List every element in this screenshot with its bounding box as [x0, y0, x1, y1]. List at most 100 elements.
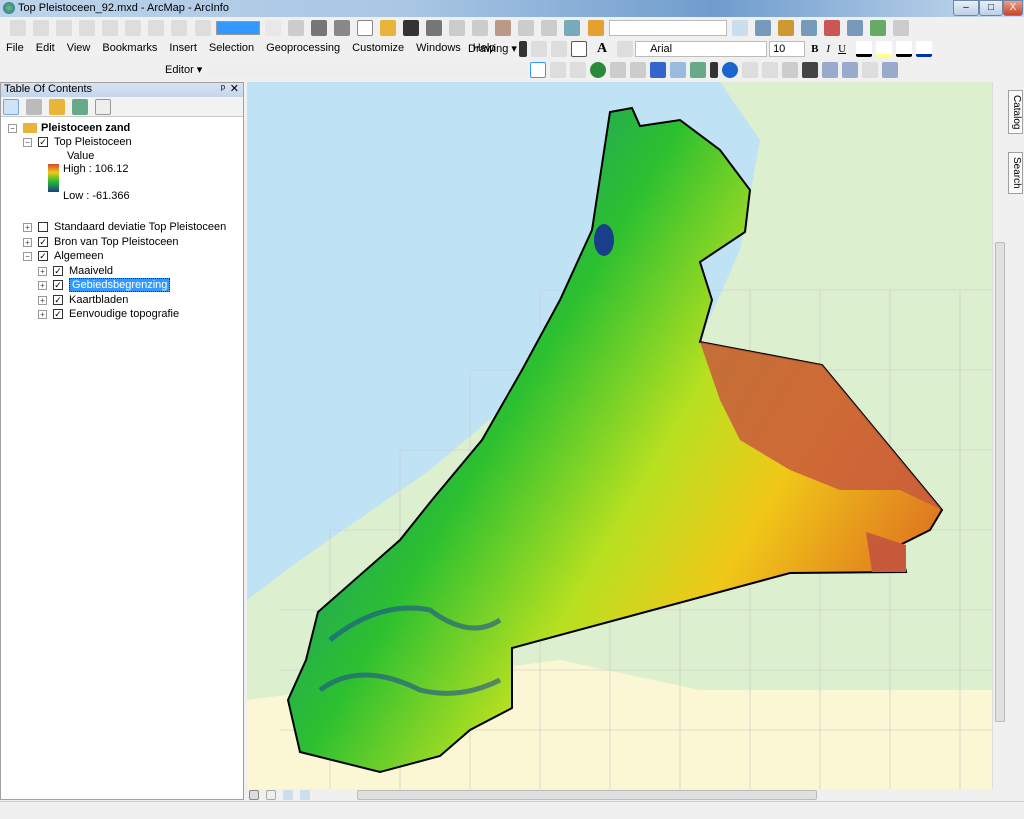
- font-color-icon[interactable]: [856, 40, 873, 57]
- paste-icon[interactable]: [495, 20, 512, 36]
- zoom-out-icon[interactable]: [550, 61, 567, 78]
- vertical-scroll-thumb[interactable]: [995, 242, 1005, 722]
- editor-menu[interactable]: Editor ▾: [165, 63, 202, 76]
- scale-dropdown[interactable]: [608, 20, 727, 36]
- page-icon[interactable]: [148, 20, 165, 36]
- editor-toolbar-icon[interactable]: [731, 20, 748, 36]
- bold-button[interactable]: B: [811, 43, 818, 55]
- list-by-source-icon[interactable]: [26, 99, 43, 115]
- toc-window-icon[interactable]: [754, 20, 771, 36]
- drawing-menu[interactable]: Drawing ▾: [468, 42, 517, 55]
- whats-this-icon[interactable]: [893, 20, 910, 36]
- layout-view-button[interactable]: [266, 790, 277, 801]
- zoom-selected-icon[interactable]: [550, 40, 567, 57]
- map-horizontal-scrollbar[interactable]: [247, 789, 1006, 801]
- find-icon[interactable]: [802, 61, 819, 78]
- binoculars-icon[interactable]: [310, 20, 327, 36]
- go-forward-icon[interactable]: [194, 20, 211, 36]
- fixed-zoom-in-icon[interactable]: [610, 61, 627, 78]
- font-size-dropdown[interactable]: 10: [769, 40, 806, 57]
- python-window-icon[interactable]: [846, 20, 863, 36]
- collapse-icon[interactable]: −: [8, 123, 17, 133]
- select-elements-icon[interactable]: [518, 40, 527, 57]
- toc-group-algemeen[interactable]: − ✓ Algemeen: [23, 249, 104, 263]
- print-icon[interactable]: [426, 20, 443, 36]
- data-view-button[interactable]: [249, 790, 259, 801]
- zoom-whole-page-icon[interactable]: [125, 20, 142, 36]
- toc-layer-bron[interactable]: + ✓ Bron van Top Pleistoceen: [23, 235, 179, 249]
- map-vertical-scrollbar[interactable]: [992, 82, 1006, 789]
- undo-icon[interactable]: [541, 20, 558, 36]
- go-back-icon[interactable]: [171, 20, 188, 36]
- open-folder-icon[interactable]: [379, 20, 396, 36]
- line-color-icon[interactable]: [896, 40, 913, 57]
- toc-layer-top-pleistoceen[interactable]: − ✓ Top Pleistoceen: [23, 135, 132, 149]
- measure-icon[interactable]: [782, 61, 799, 78]
- arctoolbox-icon[interactable]: [823, 20, 840, 36]
- time-slider-icon[interactable]: [862, 61, 879, 78]
- close-button[interactable]: X: [1003, 0, 1023, 16]
- menu-selection[interactable]: Selection: [203, 40, 260, 58]
- expand-icon[interactable]: +: [38, 309, 47, 319]
- select-elements-pointer-icon[interactable]: [710, 61, 719, 78]
- print-preview-icon[interactable]: [333, 20, 350, 36]
- pan-icon[interactable]: [56, 20, 73, 36]
- layer-checkbox[interactable]: ✓: [53, 309, 63, 319]
- fixed-zoom-out-icon[interactable]: [630, 61, 647, 78]
- expand-icon[interactable]: +: [38, 295, 47, 305]
- select-features-icon[interactable]: [690, 61, 707, 78]
- maximize-button[interactable]: □: [979, 0, 1003, 16]
- zoom-in-fixed-icon[interactable]: [10, 20, 26, 36]
- hyperlink-icon[interactable]: [742, 61, 759, 78]
- layout-view-icon[interactable]: [287, 20, 304, 36]
- find-route-icon[interactable]: [822, 61, 839, 78]
- layer-checkbox[interactable]: ✓: [38, 137, 48, 147]
- menu-file[interactable]: File: [0, 40, 30, 58]
- model-builder-icon[interactable]: [870, 20, 886, 36]
- toc-layer-eenvoudige-topografie[interactable]: + ✓ Eenvoudige topografie: [38, 307, 179, 321]
- layer-checkbox[interactable]: ✓: [38, 237, 48, 247]
- redo-icon[interactable]: [564, 20, 581, 36]
- map-view[interactable]: [247, 82, 992, 789]
- menu-geoprocessing[interactable]: Geoprocessing: [260, 40, 346, 58]
- create-viewer-icon[interactable]: [882, 61, 899, 78]
- pause-drawing-icon[interactable]: [300, 790, 311, 801]
- zoom-in-icon[interactable]: [530, 61, 547, 78]
- menu-windows[interactable]: Windows: [410, 40, 467, 58]
- menu-bookmarks[interactable]: Bookmarks: [96, 40, 163, 58]
- add-data-icon[interactable]: [587, 20, 604, 36]
- expand-icon[interactable]: +: [38, 280, 47, 290]
- html-popup-icon[interactable]: [762, 61, 779, 78]
- delete-icon[interactable]: [518, 20, 535, 36]
- menu-customize[interactable]: Customize: [346, 40, 410, 58]
- search-window-icon[interactable]: [800, 20, 817, 36]
- edit-vertices-icon[interactable]: [617, 40, 634, 57]
- back-extent-icon[interactable]: [650, 61, 667, 78]
- layer-checkbox[interactable]: ✓: [53, 266, 63, 276]
- identify-icon[interactable]: [722, 61, 739, 78]
- rectangle-icon[interactable]: [570, 40, 587, 57]
- zoom-out-fixed-icon[interactable]: [33, 20, 50, 36]
- forward-extent-icon[interactable]: [670, 61, 687, 78]
- fill-color-icon[interactable]: [876, 40, 893, 57]
- menu-view[interactable]: View: [61, 40, 97, 58]
- layer-checkbox[interactable]: [38, 222, 48, 232]
- cut-icon[interactable]: [449, 20, 466, 36]
- layer-checkbox[interactable]: ✓: [53, 280, 63, 290]
- catalog-tab[interactable]: Catalog: [1008, 90, 1023, 135]
- pan-hand-icon[interactable]: [570, 61, 587, 78]
- copy-icon[interactable]: [472, 20, 489, 36]
- collapse-icon[interactable]: −: [23, 251, 32, 261]
- expand-icon[interactable]: +: [23, 222, 32, 232]
- toc-layer-standaard-deviatie[interactable]: + Standaard deviatie Top Pleistoceen: [23, 220, 226, 234]
- list-by-selection-icon[interactable]: [72, 99, 89, 115]
- data-view-icon[interactable]: [264, 20, 281, 36]
- toc-layer-gebiedsbegrenzing[interactable]: + ✓ Gebiedsbegrenzing: [38, 278, 171, 292]
- minimize-button[interactable]: –: [953, 0, 979, 16]
- search-tab[interactable]: Search: [1008, 152, 1023, 194]
- layer-checkbox[interactable]: ✓: [53, 295, 63, 305]
- list-by-drawing-order-icon[interactable]: [3, 99, 19, 115]
- full-extent-icon[interactable]: [79, 20, 96, 36]
- font-name-dropdown[interactable]: Arial: [635, 40, 768, 57]
- layout-icon[interactable]: [102, 20, 119, 36]
